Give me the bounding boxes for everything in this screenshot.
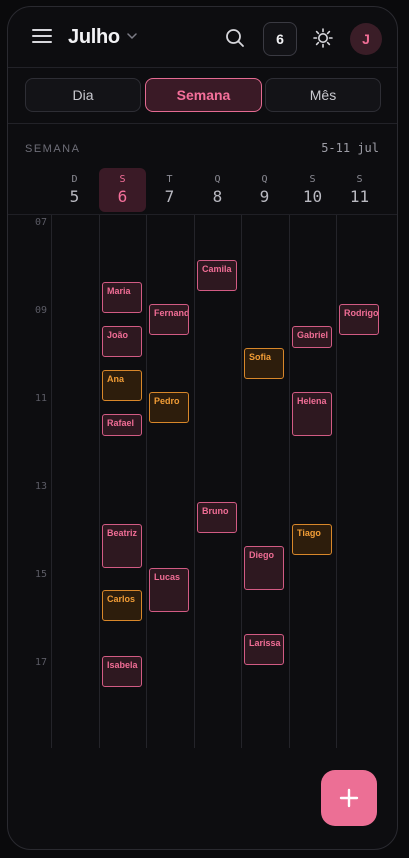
tab-dia[interactable]: Dia bbox=[25, 78, 141, 112]
search-icon[interactable] bbox=[224, 27, 246, 49]
day-letter: T bbox=[166, 174, 173, 185]
view-tabs: Dia Semana Mês bbox=[8, 68, 397, 124]
day-letter: S bbox=[119, 174, 126, 185]
day-letter: S bbox=[309, 174, 316, 185]
event-fernanda[interactable]: Fernanda bbox=[149, 304, 189, 335]
week-grid: 07 09 11 13 15 17 Camila MariaFernanda Rodrigo Jo… bbox=[8, 214, 397, 748]
event-diego[interactable]: Diego bbox=[244, 546, 284, 590]
event-helena[interactable]: Helena bbox=[292, 392, 332, 436]
week-range: 5-11 jul bbox=[321, 141, 379, 155]
column-divider bbox=[194, 215, 195, 748]
app-header: Julho 6 J bbox=[8, 7, 397, 68]
day-letter: Q bbox=[214, 174, 221, 185]
day-number: 11 bbox=[349, 187, 370, 206]
day-letter: D bbox=[71, 174, 78, 185]
event-camila[interactable]: Camila bbox=[197, 260, 237, 291]
add-event-button[interactable] bbox=[321, 770, 377, 826]
event-carlos[interactable]: Carlos bbox=[102, 590, 142, 621]
event-pedro[interactable]: Pedro bbox=[149, 392, 189, 423]
day-number: 10 bbox=[302, 187, 323, 206]
hour-label: 07 bbox=[35, 217, 48, 228]
event-isabela[interactable]: Isabela bbox=[102, 656, 142, 687]
day-number: 7 bbox=[164, 187, 175, 206]
hour-label: 13 bbox=[35, 481, 48, 492]
avatar[interactable]: J bbox=[350, 23, 382, 55]
day-header-6[interactable]: S6 bbox=[99, 168, 146, 212]
month-title[interactable]: Julho bbox=[68, 26, 120, 49]
column-divider bbox=[241, 215, 242, 748]
day-header-9[interactable]: Q9 bbox=[241, 168, 288, 212]
event-beatriz[interactable]: Beatriz bbox=[102, 524, 142, 568]
week-label: SEMANA bbox=[25, 143, 81, 155]
day-header-5[interactable]: D5 bbox=[51, 168, 98, 212]
hour-label: 09 bbox=[35, 305, 48, 316]
column-divider bbox=[99, 215, 100, 748]
menu-icon[interactable] bbox=[32, 29, 52, 47]
day-number: 6 bbox=[117, 187, 128, 206]
day-header-10[interactable]: S 10 bbox=[289, 168, 336, 212]
sun-icon[interactable] bbox=[312, 27, 334, 49]
event-rodrigo[interactable]: Rodrigo bbox=[339, 304, 379, 335]
event-ana[interactable]: Ana bbox=[102, 370, 142, 401]
event-bruno[interactable]: Bruno bbox=[197, 502, 237, 533]
chevron-down-icon[interactable] bbox=[125, 29, 139, 43]
hour-label: 11 bbox=[35, 393, 48, 404]
plus-icon bbox=[339, 788, 359, 808]
hour-label: 15 bbox=[35, 569, 48, 580]
day-number: 9 bbox=[259, 187, 270, 206]
phone-frame: Julho 6 J Dia Semana Mês SEMANA 5-11 jul… bbox=[7, 6, 398, 850]
day-number: 8 bbox=[212, 187, 223, 206]
event-sofia[interactable]: Sofia bbox=[244, 348, 284, 379]
column-divider bbox=[51, 215, 52, 748]
event-joão[interactable]: João bbox=[102, 326, 142, 357]
day-number: 5 bbox=[69, 187, 80, 206]
column-divider bbox=[289, 215, 290, 748]
tab-semana[interactable]: Semana bbox=[145, 78, 262, 112]
column-divider bbox=[336, 215, 337, 748]
day-letter: S bbox=[356, 174, 363, 185]
today-button[interactable]: 6 bbox=[263, 22, 297, 56]
day-header-11[interactable]: S 11 bbox=[336, 168, 383, 212]
day-header-8[interactable]: Q8 bbox=[194, 168, 241, 212]
day-header-7[interactable]: T7 bbox=[146, 168, 193, 212]
event-gabriel[interactable]: Gabriel bbox=[292, 326, 332, 348]
event-lucas[interactable]: Lucas bbox=[149, 568, 189, 612]
event-larissa[interactable]: Larissa bbox=[244, 634, 284, 665]
hour-label: 17 bbox=[35, 657, 48, 668]
event-rafael[interactable]: Rafael bbox=[102, 414, 142, 436]
day-letter: Q bbox=[261, 174, 268, 185]
tab-mes[interactable]: Mês bbox=[265, 78, 381, 112]
column-divider bbox=[146, 215, 147, 748]
event-maria[interactable]: Maria bbox=[102, 282, 142, 313]
event-tiago[interactable]: Tiago bbox=[292, 524, 332, 555]
